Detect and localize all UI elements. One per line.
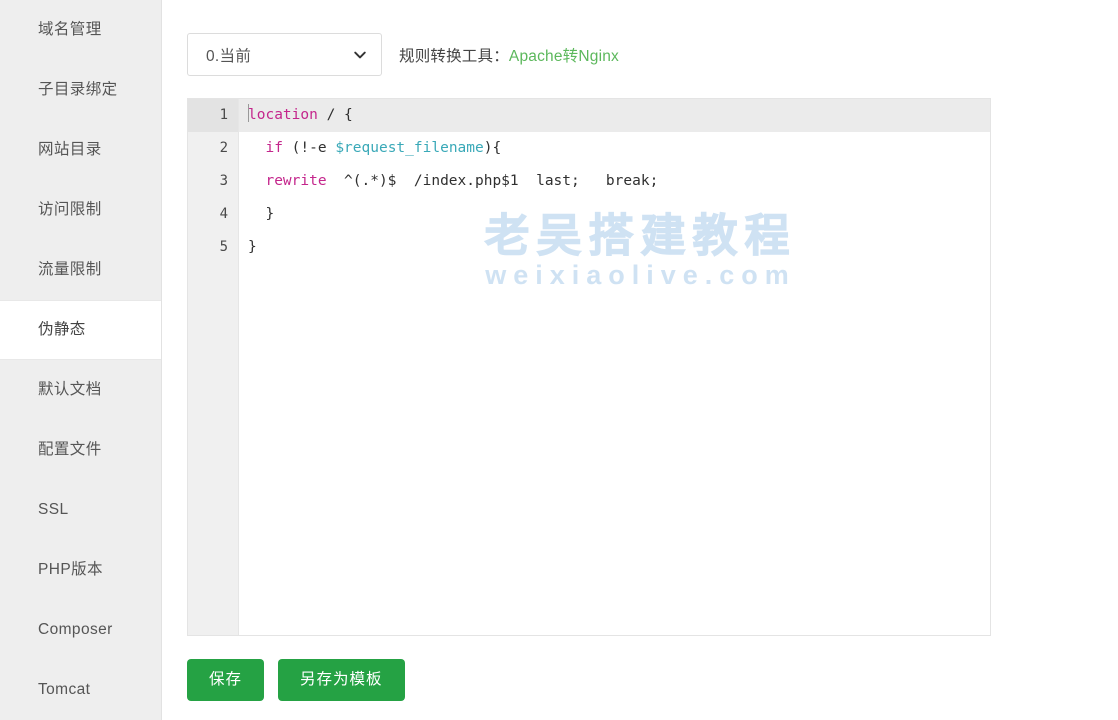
sidebar: 域名管理 子目录绑定 网站目录 访问限制 流量限制 伪静态 默认文档 配置文件 … [0,0,162,720]
apache-to-nginx-link[interactable]: Apache转Nginx [509,48,619,65]
sidebar-item-label: 网站目录 [38,141,102,158]
editor-code-area[interactable]: location / { if (!-e $request_filename){… [239,99,990,635]
sidebar-item-label: 流量限制 [38,261,102,278]
sidebar-item-label: Composer [38,621,113,638]
line-number: 5 [219,239,228,255]
code-token: if [265,140,283,156]
rule-template-select-value: 0.当前 [206,47,252,65]
code-line: } [239,231,990,264]
sidebar-item-traffic-limit[interactable]: 流量限制 [0,240,161,300]
toolbar: 0.当前 规则转换工具：Apache转Nginx [187,33,619,76]
code-token: } [248,206,275,222]
code-token: $request_filename [335,140,484,156]
code-line: if (!-e $request_filename){ [239,132,990,165]
sidebar-item-label: 默认文档 [38,381,102,398]
code-line: } [239,198,990,231]
sidebar-item-label: Tomcat [38,681,91,698]
sidebar-item-website-directory[interactable]: 网站目录 [0,120,161,180]
main-content: 0.当前 规则转换工具：Apache转Nginx 1 2 3 4 5 locat… [163,0,1118,720]
rule-template-select[interactable]: 0.当前 [187,33,382,76]
save-as-template-button[interactable]: 另存为模板 [278,659,405,701]
line-number: 1 [188,99,238,132]
line-number: 3 [219,173,228,189]
sidebar-item-ssl[interactable]: SSL [0,480,161,540]
code-token: rewrite [265,173,327,189]
sidebar-item-label: 访问限制 [38,201,102,218]
save-button[interactable]: 保存 [187,659,265,701]
editor-line-number-gutter: 1 2 3 4 5 [188,99,239,635]
code-line: rewrite ^(.*)$ /index.php$1 last; break; [239,165,990,198]
sidebar-item-composer[interactable]: Composer [0,600,161,660]
sidebar-item-access-restriction[interactable]: 访问限制 [0,180,161,240]
sidebar-item-domain-management[interactable]: 域名管理 [0,0,161,60]
sidebar-item-label: 配置文件 [38,441,102,458]
line-number: 4 [219,206,228,222]
sidebar-item-label: SSL [38,501,69,518]
sidebar-item-label: PHP版本 [38,561,103,578]
action-button-row: 保存 另存为模板 [187,659,405,701]
sidebar-item-pseudo-static[interactable]: 伪静态 [0,300,161,360]
sidebar-item-subdirectory-binding[interactable]: 子目录绑定 [0,60,161,120]
converter-label-wrap: 规则转换工具：Apache转Nginx [399,44,619,66]
sidebar-item-label: 伪静态 [38,321,86,338]
sidebar-item-tomcat[interactable]: Tomcat [0,660,161,720]
code-token: location [248,107,318,123]
line-number: 2 [219,140,228,156]
code-token: ){ [483,140,502,156]
code-token: / { [317,107,353,123]
sidebar-item-label: 域名管理 [38,21,102,38]
rewrite-rule-code-editor[interactable]: 1 2 3 4 5 location / { if (!-e $request_… [187,98,991,636]
sidebar-item-config-file[interactable]: 配置文件 [0,420,161,480]
code-token: ^(.*)$ /index.php$1 last; break; [326,173,659,189]
code-line: location / { [239,99,990,132]
code-token: } [248,239,257,255]
sidebar-item-default-document[interactable]: 默认文档 [0,360,161,420]
converter-label: 规则转换工具： [399,47,509,65]
code-token: (!-e [282,140,336,156]
sidebar-item-php-version[interactable]: PHP版本 [0,540,161,600]
pseudo-static-page: 域名管理 子目录绑定 网站目录 访问限制 流量限制 伪静态 默认文档 配置文件 … [0,0,1118,720]
sidebar-item-label: 子目录绑定 [38,81,118,98]
editor-code-lines: location / { if (!-e $request_filename){… [239,99,990,264]
chevron-down-icon [353,48,367,62]
